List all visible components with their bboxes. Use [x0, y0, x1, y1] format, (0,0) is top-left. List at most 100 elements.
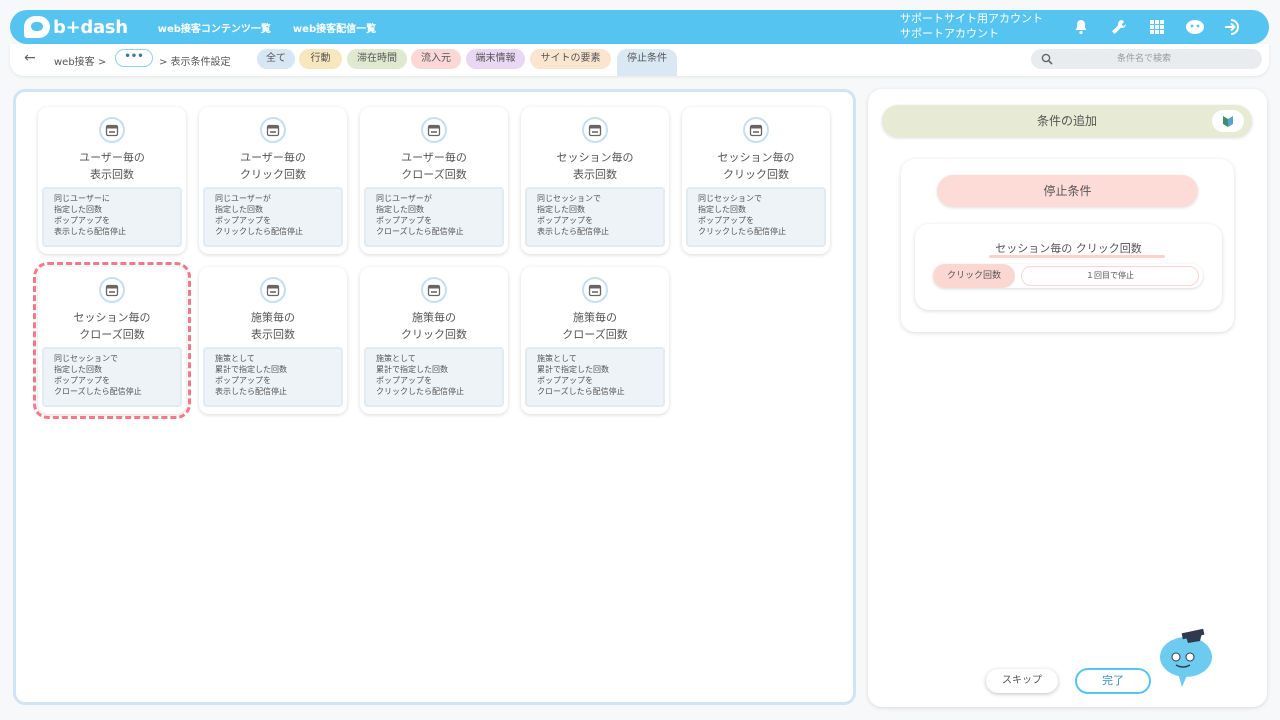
- card-description-line: 施策として: [376, 354, 416, 363]
- card-description-line: 同じセッションで: [698, 194, 762, 203]
- card-description: 施策として累計で指定した回数 ポップアップをクリックしたら配信停止: [364, 347, 504, 407]
- card-description-line: ポップアップを: [215, 376, 271, 385]
- card-title-line1: セッション毎の: [556, 151, 634, 164]
- brand-logo[interactable]: b+dash: [24, 16, 128, 38]
- card-title-line2: クローズ回数: [562, 328, 628, 341]
- grid-icon[interactable]: [1145, 15, 1169, 39]
- stop-condition-header: 停止条件: [937, 175, 1198, 207]
- calendar-icon: [582, 117, 608, 143]
- done-button[interactable]: 完了: [1075, 668, 1151, 694]
- card-title-line1: 施策毎の: [412, 311, 456, 324]
- calendar-icon: [743, 117, 769, 143]
- card-title: ユーザー毎の 表示回数: [38, 149, 186, 183]
- card-description-line: 同じユーザーが: [215, 194, 271, 203]
- wrench-icon[interactable]: [1107, 15, 1131, 39]
- card-description: 同じセッションで 指定した回数 ポップアップを クリックしたら配信停止: [686, 187, 826, 247]
- calendar-icon: [582, 277, 608, 303]
- back-arrow-icon[interactable]: ←: [24, 50, 36, 66]
- card-description-line: ポップアップを: [698, 216, 754, 225]
- condition-card[interactable]: 施策毎の 表示回数 施策として 累計で指定した回数 ポップアップを 表示したら配信停止: [199, 267, 347, 414]
- card-description-line: ポップアップを: [376, 216, 432, 225]
- top-bar: b+dash web接客コンテンツ一覧 web接客配信一覧 サポートサイト用アカ…: [10, 10, 1269, 44]
- condition-card[interactable]: セッション毎の 表示回数 同じセッションで 指定した回数 ポップアップを 表示したら配信停…: [521, 107, 669, 254]
- tab-all[interactable]: 全て: [257, 49, 295, 69]
- card-description-line: ポップアップを: [537, 216, 593, 225]
- nav-delivery-list[interactable]: web接客配信一覧: [293, 20, 376, 35]
- card-description-line: 同じユーザーが: [376, 194, 432, 203]
- beginner-mark-icon[interactable]: [1212, 110, 1244, 132]
- card-description-line: クリックしたら配信停止: [698, 227, 786, 236]
- breadcrumb-ellipsis-button[interactable]: •••: [115, 49, 153, 67]
- card-description-line: 指定した回数: [54, 365, 102, 374]
- card-description: 同じユーザーに 指定した回数 ポップアップを 表示したら配信停止: [42, 187, 182, 247]
- card-description-line: 表示したら配信停止: [54, 227, 126, 236]
- card-title-line1: ユーザー毎の: [79, 151, 145, 164]
- calendar-icon: [99, 277, 125, 303]
- search-input[interactable]: 条件名で検索: [1031, 49, 1262, 69]
- card-description-line: クリックしたら配信停止: [376, 387, 464, 396]
- card-description-line: 指定した回数: [376, 205, 424, 214]
- card-description-line: ポップアップを: [376, 376, 432, 385]
- card-description-line: クローズしたら配信停止: [54, 387, 142, 396]
- calendar-icon: [260, 117, 286, 143]
- skip-button[interactable]: スキップ: [986, 669, 1058, 693]
- condition-card[interactable]: セッション毎の クリック回数 同じセッションで 指定した回数 ポップアップを クリックした…: [682, 107, 830, 254]
- nav-content-list[interactable]: web接客コンテンツ一覧: [158, 20, 271, 35]
- account-line1: サポートサイト用アカウント: [900, 12, 1043, 25]
- mascot-chat-icon[interactable]: [1183, 15, 1207, 39]
- condition-card[interactable]: セッション毎の クローズ回数同じセッションで 指定した回数 ポップアップを クローズした…: [33, 262, 191, 419]
- tab-referrer[interactable]: 流入元: [411, 49, 461, 69]
- condition-item: セッション毎の クリック回数 クリック回数 １回目で停止: [915, 224, 1222, 310]
- card-description-line: 施策として: [215, 354, 255, 363]
- card-description: 同じセッションで 指定した回数 ポップアップを クローズしたら配信停止: [42, 347, 182, 407]
- logout-icon[interactable]: [1221, 15, 1245, 39]
- calendar-icon: [260, 277, 286, 303]
- search-placeholder: 条件名で検索: [1117, 54, 1172, 64]
- account-line2: サポートアカウント: [900, 27, 999, 40]
- card-title-line2: 表示回数: [573, 168, 617, 181]
- search-icon: [1041, 53, 1053, 65]
- tab-stop-condition[interactable]: 停止条件: [617, 49, 677, 76]
- card-description: 施策として 累計で指定した回数 ポップアップを 表示したら配信停止: [203, 347, 343, 407]
- tab-stay-time[interactable]: 滞在時間: [347, 49, 407, 69]
- condition-card[interactable]: ユーザー毎の クローズ回数 同じユーザーが 指定した回数 ポップアップを クローズしたら配…: [360, 107, 508, 254]
- tab-device[interactable]: 端末情報: [466, 49, 525, 69]
- add-condition-label: 条件の追加: [1036, 114, 1097, 128]
- card-title-line2: 表示回数: [90, 168, 134, 181]
- card-description-line: クローズしたら配信停止: [537, 387, 625, 396]
- card-title-line2: クローズ回数: [401, 168, 467, 181]
- bell-icon[interactable]: [1069, 15, 1093, 39]
- card-title-line2: クリック回数: [240, 168, 306, 181]
- card-description-line: 同じユーザーに: [54, 194, 110, 203]
- condition-list-panel: ユーザー毎の 表示回数 同じユーザーに 指定した回数 ポップアップを 表示したら配信停止ユ…: [13, 89, 856, 705]
- card-description-line: 指定した回数: [537, 205, 585, 214]
- condition-label: クリック回数: [933, 264, 1015, 288]
- card-title: 施策毎の クリック回数: [360, 309, 508, 343]
- card-description-line: ポップアップを: [54, 216, 110, 225]
- condition-card[interactable]: ユーザー毎の クリック回数同じユーザーが 指定した回数 ポップアップを クリックしたら配…: [199, 107, 347, 254]
- condition-card[interactable]: ユーザー毎の 表示回数 同じユーザーに 指定した回数 ポップアップを 表示したら配信停止: [38, 107, 186, 254]
- card-title-line2: クリック回数: [723, 168, 789, 181]
- tab-site-element[interactable]: サイトの要素: [530, 49, 611, 69]
- card-description-line: 累計で指定した回数: [376, 365, 448, 374]
- condition-value-select[interactable]: １回目で停止: [1021, 266, 1199, 286]
- calendar-icon: [99, 117, 125, 143]
- calendar-icon: [421, 277, 447, 303]
- add-condition-bar[interactable]: 条件の追加: [882, 105, 1252, 137]
- tab-action[interactable]: 行動: [299, 49, 342, 69]
- card-title-line2: クローズ回数: [79, 328, 145, 341]
- card-title: 施策毎の クローズ回数: [521, 309, 669, 343]
- card-description-line: 施策として: [537, 354, 577, 363]
- card-description: 同じユーザーが 指定した回数 ポップアップを クリックしたら配信停止: [203, 187, 343, 247]
- condition-row: クリック回数 １回目で停止: [933, 264, 1203, 288]
- card-description-line: ポップアップを: [537, 376, 593, 385]
- account-info[interactable]: サポートサイト用アカウント サポートアカウント: [900, 11, 1043, 41]
- breadcrumb-root[interactable]: web接客 >: [54, 53, 106, 68]
- condition-card[interactable]: 施策毎の クローズ回数 施策として 累計で指定した回数 ポップアップを クローズしたら配信…: [521, 267, 669, 414]
- card-description-line: 表示したら配信停止: [537, 227, 609, 236]
- card-description-line: 同じセッションで: [54, 354, 118, 363]
- card-title-line1: 施策毎の: [251, 311, 295, 324]
- condition-card[interactable]: 施策毎の クリック回数施策として累計で指定した回数 ポップアップをクリックしたら配信…: [360, 267, 508, 414]
- card-title-line1: ユーザー毎の: [240, 151, 306, 164]
- card-title-line1: セッション毎の: [73, 311, 151, 324]
